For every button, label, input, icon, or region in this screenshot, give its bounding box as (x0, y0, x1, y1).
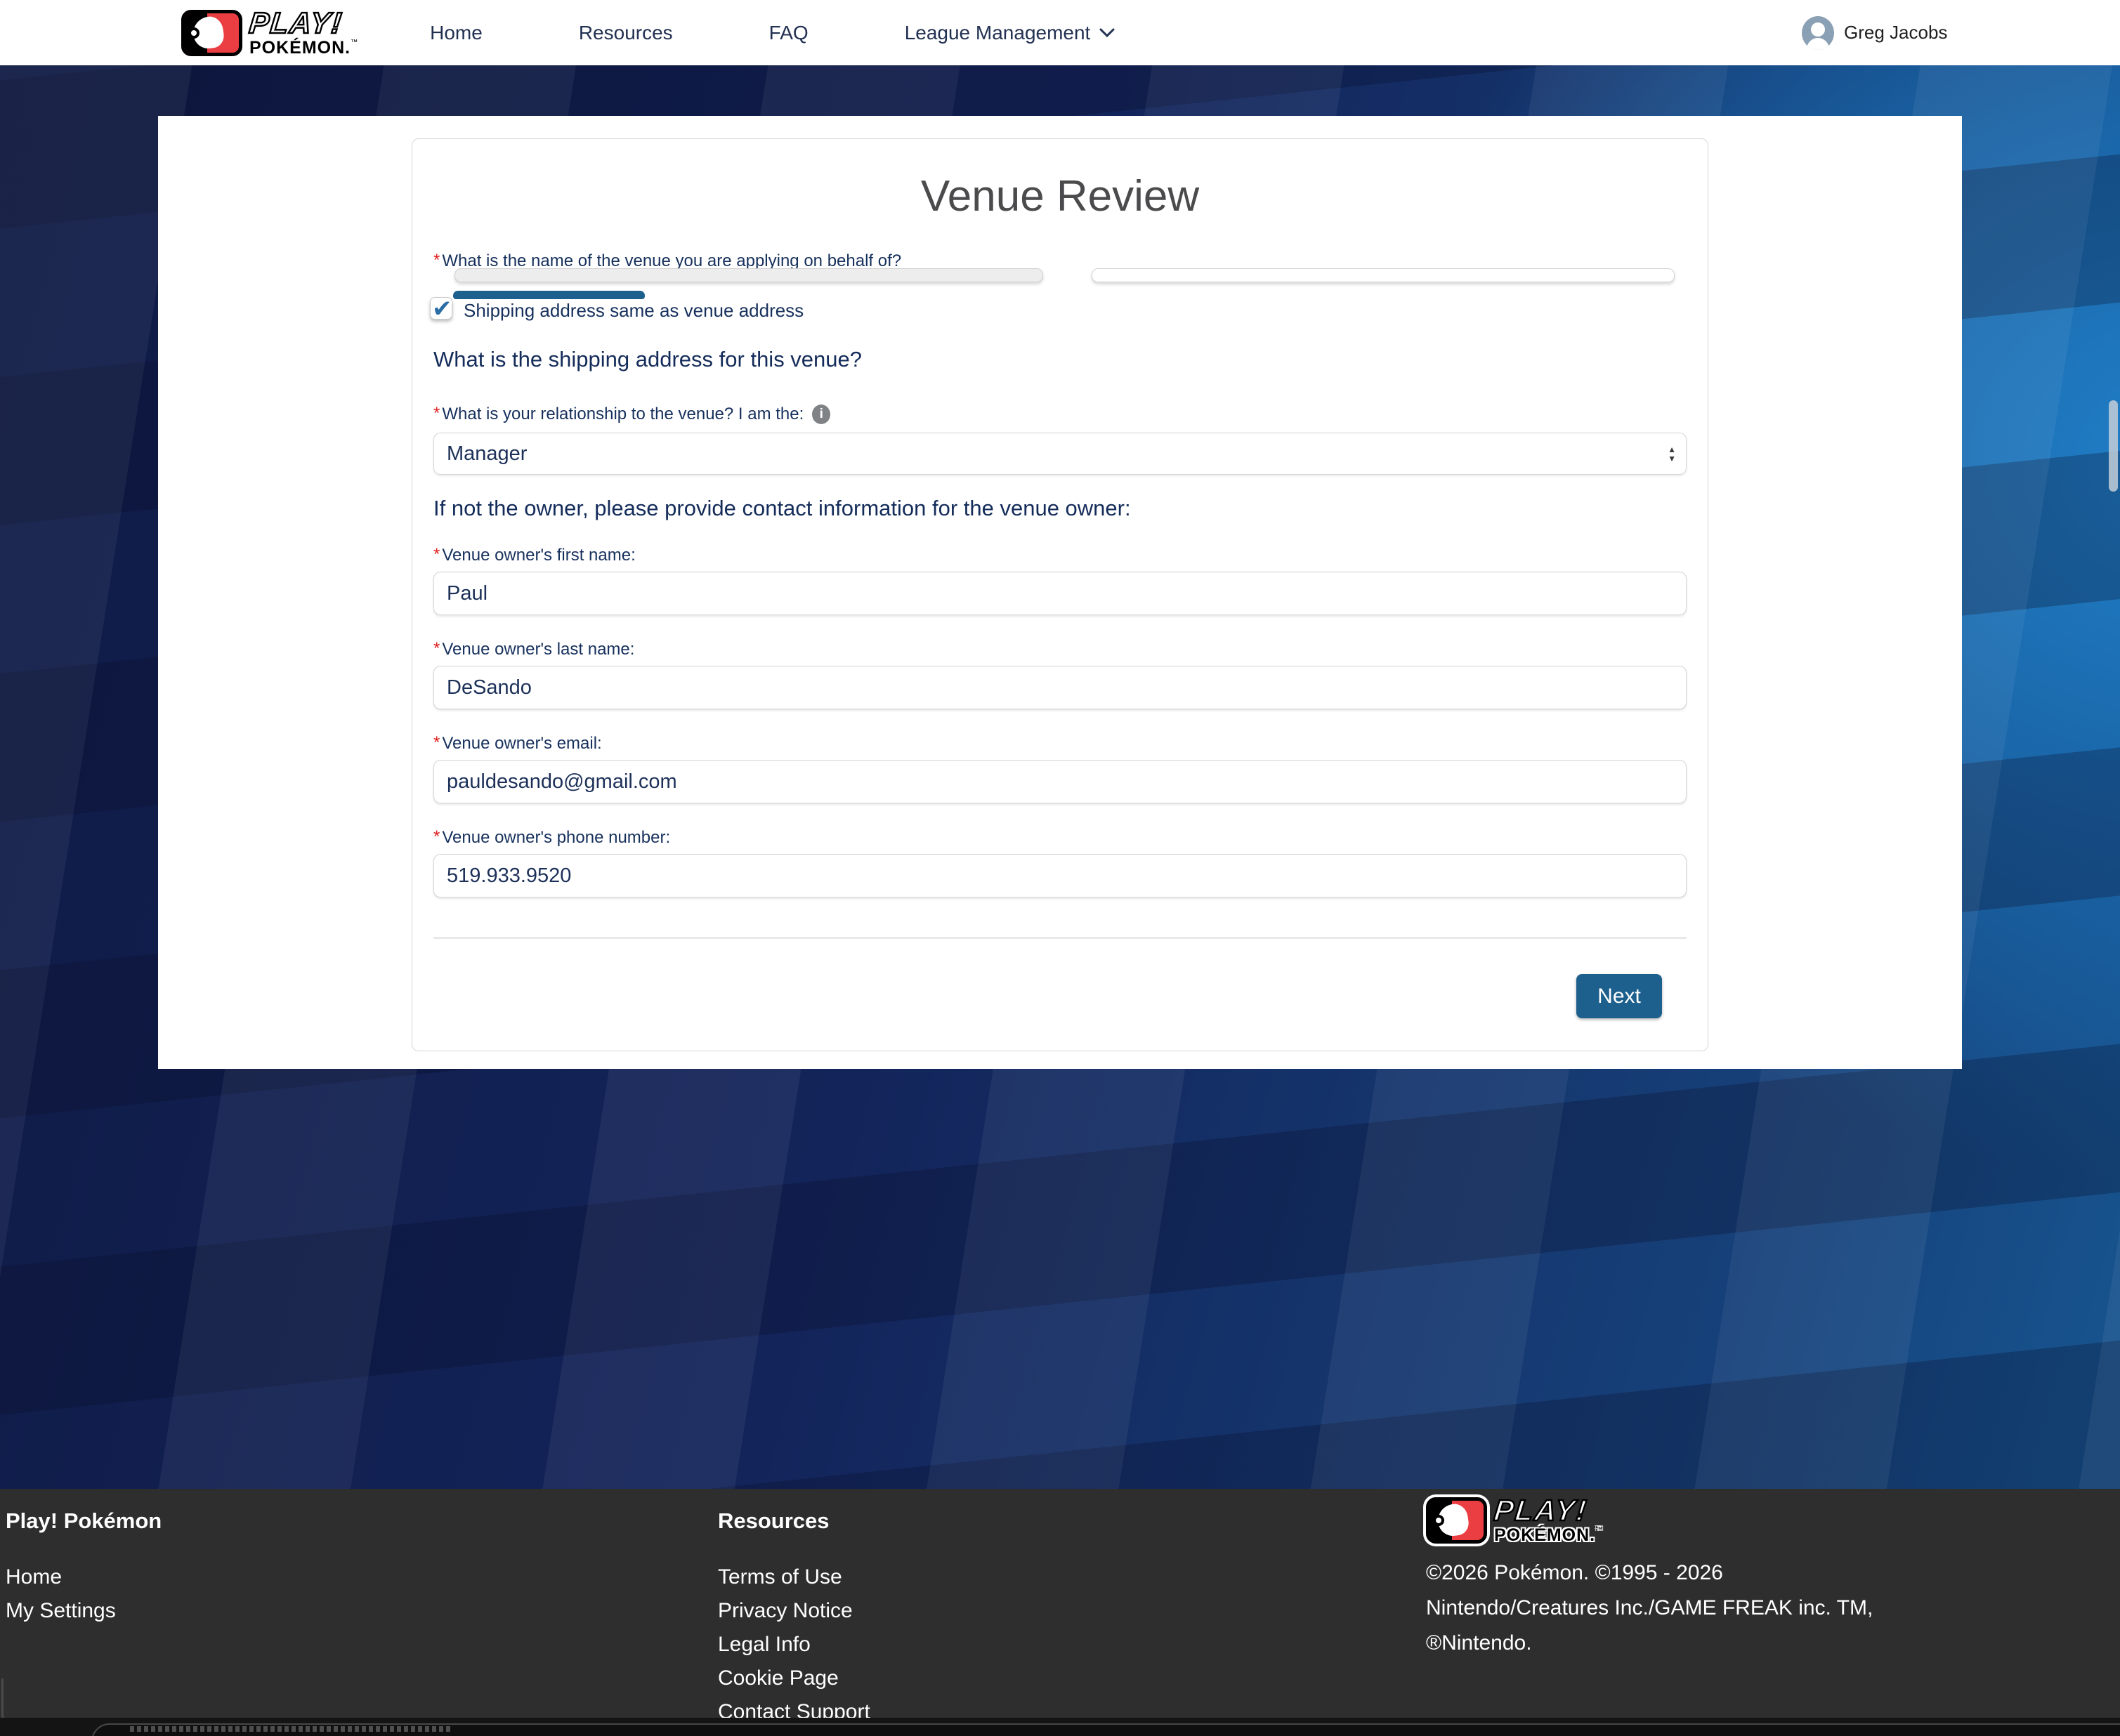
required-asterisk: * (433, 733, 440, 752)
owner-first-name-group: *Venue owner's first name: (433, 546, 1687, 615)
spinner-up-icon: ▲ (1668, 446, 1676, 453)
venue-name-secondary-input[interactable] (1092, 268, 1675, 282)
relationship-label-row: *What is your relationship to the venue?… (433, 405, 1687, 424)
footer-heading-play-pokemon: Play! Pokémon (6, 1508, 162, 1534)
footer-link-legal-info[interactable]: Legal Info (718, 1628, 870, 1662)
avatar-head-shape (1811, 22, 1825, 37)
required-asterisk: * (433, 827, 440, 846)
nav-item-faq[interactable]: FAQ (769, 22, 809, 44)
owner-email-label-text: Venue owner's email: (442, 734, 601, 753)
required-asterisk: * (433, 404, 440, 423)
shipping-same-checkbox[interactable]: ✔ (430, 297, 452, 320)
copyright-text: ©2026 Pokémon. ©1995 - 2026 Nintendo/Cre… (1426, 1556, 1873, 1661)
shipping-same-label: Shipping address same as venue address (464, 297, 804, 322)
owner-phone-label-text: Venue owner's phone number: (442, 828, 670, 847)
footer-heading-resources: Resources (718, 1508, 870, 1534)
chevron-down-icon (1099, 27, 1115, 39)
info-icon[interactable]: i (812, 405, 830, 424)
shipping-address-heading: What is the shipping address for this ve… (433, 347, 1687, 372)
trademark-symbol: ™ (1595, 1526, 1603, 1534)
footer-link-privacy-notice[interactable]: Privacy Notice (718, 1594, 870, 1628)
footer-column-play-pokemon: Play! Pokémon Home My Settings (6, 1504, 162, 1628)
owner-email-group: *Venue owner's email: (433, 735, 1687, 803)
required-asterisk: * (433, 545, 440, 564)
footer-column-resources: Resources Terms of Use Privacy Notice Le… (718, 1504, 870, 1729)
user-menu[interactable]: Greg Jacobs (1802, 0, 1947, 65)
top-navbar: PLAY! POKÉMON.™ Home Resources FAQ Leagu… (0, 0, 2120, 65)
page-title: Venue Review (433, 171, 1687, 221)
owner-last-name-label-text: Venue owner's last name: (442, 640, 634, 659)
owner-email-label: *Venue owner's email: (433, 735, 1687, 753)
section-divider (433, 937, 1687, 939)
footer-bottom-strip (0, 1718, 2120, 1736)
footer-strip-microtext (130, 1726, 453, 1732)
relationship-label-text: What is your relationship to the venue? … (442, 405, 804, 423)
owner-first-name-field[interactable] (433, 572, 1687, 615)
nav-item-home[interactable]: Home (430, 22, 483, 44)
avatar-body-shape (1807, 38, 1829, 50)
nav-links: Home Resources FAQ League Management (430, 22, 1115, 44)
check-icon: ✔ (432, 295, 452, 323)
owner-phone-group: *Venue owner's phone number: (433, 829, 1687, 897)
play-pokemon-logo[interactable]: PLAY! POKÉMON.™ (181, 8, 358, 57)
venue-name-label-text: What is the name of the venue you are ap… (442, 251, 901, 270)
copyright-line-3: ®Nintendo. (1426, 1626, 1873, 1661)
actions-row: Next (433, 974, 1687, 1018)
copyright-line-2: Nintendo/Creatures Inc./GAME FREAK inc. … (1426, 1591, 1873, 1626)
footer-link-my-settings[interactable]: My Settings (6, 1594, 162, 1628)
owner-last-name-field[interactable] (433, 666, 1687, 709)
footer-play-pokemon-logo: PLAY! POKÉMON.™ (1426, 1496, 1873, 1544)
footer-column-legal: PLAY! POKÉMON.™ ©2026 Pokémon. ©1995 - 2… (1426, 1496, 1873, 1661)
shipping-same-row: ✔ Shipping address same as venue address (433, 297, 1687, 322)
relationship-select[interactable]: Manager ▲ ▼ (433, 433, 1687, 475)
venue-name-input[interactable] (454, 268, 1043, 282)
owner-first-name-label-text: Venue owner's first name: (442, 546, 635, 565)
trademark-symbol: ™ (351, 39, 358, 46)
logo-pokemon-word: POKÉMON. (1494, 1525, 1595, 1545)
logo-pokemon-word: POKÉMON. (249, 38, 351, 58)
nav-item-league-management[interactable]: League Management (905, 22, 1116, 44)
venue-name-inputs-row (433, 268, 1687, 282)
copyright-line-1: ©2026 Pokémon. ©1995 - 2026 (1426, 1556, 1873, 1591)
venue-review-card: Venue Review *What is the name of the ve… (412, 138, 1708, 1051)
required-asterisk: * (433, 639, 440, 658)
owner-phone-field[interactable] (433, 854, 1687, 897)
footer-link-cookie-page[interactable]: Cookie Page (718, 1662, 870, 1695)
user-avatar-icon (1802, 16, 1834, 50)
logo-pokemon-text: POKÉMON.™ (1494, 1527, 1603, 1544)
checkered-background: Venue Review *What is the name of the ve… (0, 65, 2120, 1489)
blue-highlight-bar (453, 291, 645, 299)
relationship-label: *What is your relationship to the venue?… (433, 405, 804, 423)
owner-contact-heading: If not the owner, please provide contact… (433, 496, 1687, 521)
footer-link-terms-of-use[interactable]: Terms of Use (718, 1560, 870, 1594)
owner-last-name-label: *Venue owner's last name: (433, 640, 1687, 659)
pokeball-icon (188, 27, 199, 39)
logo-play-text: PLAY! (1493, 1496, 1605, 1525)
spinner-down-icon: ▼ (1668, 455, 1676, 462)
page-scrollbar-thumb[interactable] (2109, 400, 2118, 492)
logo-text: PLAY! POKÉMON.™ (249, 8, 358, 57)
next-button[interactable]: Next (1576, 974, 1662, 1018)
pokeball-icon (1433, 1515, 1444, 1526)
owner-email-field[interactable] (433, 760, 1687, 803)
league-management-label: League Management (905, 22, 1091, 44)
page-panel: Venue Review *What is the name of the ve… (158, 116, 1962, 1069)
user-name: Greg Jacobs (1844, 22, 1947, 44)
logo-pokemon-text: POKÉMON.™ (249, 39, 358, 57)
footer-link-home[interactable]: Home (6, 1560, 162, 1594)
required-asterisk: * (433, 251, 440, 270)
relationship-selected-value: Manager (447, 442, 527, 466)
owner-last-name-group: *Venue owner's last name: (433, 640, 1687, 709)
owner-phone-label: *Venue owner's phone number: (433, 829, 1687, 847)
play-pokemon-badge-icon (1426, 1497, 1487, 1544)
logo-play-text: PLAY! (248, 8, 360, 38)
owner-first-name-label: *Venue owner's first name: (433, 546, 1687, 565)
play-pokemon-badge-icon (181, 10, 242, 56)
select-spinner-icon: ▲ ▼ (1668, 446, 1676, 462)
logo-text: PLAY! POKÉMON.™ (1494, 1496, 1603, 1544)
page-footer: Play! Pokémon Home My Settings Resources… (0, 1489, 2120, 1736)
nav-item-resources[interactable]: Resources (579, 22, 673, 44)
